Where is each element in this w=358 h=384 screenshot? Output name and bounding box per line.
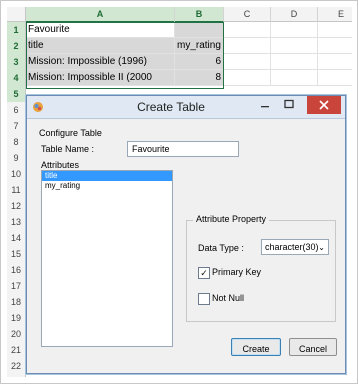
not-null-label: Not Null — [212, 293, 245, 303]
cell-c4[interactable] — [224, 70, 271, 86]
attributes-label: Attributes — [41, 160, 80, 170]
dialog-titlebar[interactable]: Create Table — [27, 96, 345, 119]
row-header-17[interactable]: 17 — [7, 278, 26, 295]
row-header-8[interactable]: 8 — [7, 134, 26, 151]
attributes-list[interactable]: title my_rating — [41, 170, 173, 347]
row-header-11[interactable]: 11 — [7, 182, 26, 199]
cell-b2[interactable]: my_rating — [175, 38, 224, 54]
cell-b1[interactable] — [175, 22, 224, 38]
row-header-18[interactable]: 18 — [7, 294, 26, 311]
column-header-a[interactable]: A — [26, 7, 175, 23]
cell-d4[interactable] — [271, 70, 318, 86]
data-type-select[interactable]: character(30) ⌄ — [261, 239, 329, 255]
column-header-b[interactable]: B — [175, 7, 224, 23]
minimize-icon[interactable] — [255, 96, 275, 116]
create-table-dialog: Create Table Configure Table Table Name … — [26, 95, 346, 374]
cell-b3[interactable]: 6 — [175, 54, 224, 70]
dialog-title: Create Table — [137, 100, 205, 114]
cell-b4[interactable]: 8 — [175, 70, 224, 86]
row-header-1[interactable]: 1 — [7, 22, 26, 39]
row-header-13[interactable]: 13 — [7, 214, 26, 231]
attribute-property-group: Attribute Property Data Type : character… — [186, 214, 336, 322]
cell-a2[interactable]: title — [26, 38, 175, 54]
cell-c2[interactable] — [224, 38, 271, 54]
not-null-checkbox[interactable] — [198, 293, 210, 305]
row-header-23[interactable]: 23 — [7, 374, 26, 377]
row-header-4[interactable]: 4 — [7, 70, 26, 87]
row-header-20[interactable]: 20 — [7, 326, 26, 343]
cell-d1[interactable] — [271, 22, 318, 38]
select-all-corner[interactable] — [7, 7, 26, 22]
minimize-glyph — [261, 106, 269, 108]
table-name-label: Table Name : — [41, 144, 95, 154]
attribute-item-my-rating[interactable]: my_rating — [42, 181, 172, 191]
primary-key-checkbox[interactable]: ✓ — [198, 267, 210, 279]
maximize-glyph — [284, 99, 294, 109]
screenshot-frame: A B C D E 1 2 3 4 5 6 7 8 9 10 11 12 13 … — [0, 0, 358, 384]
close-icon[interactable] — [307, 96, 341, 114]
cell-a1[interactable]: Favourite — [26, 22, 175, 38]
attribute-property-label: Attribute Property — [193, 214, 270, 224]
row-header-15[interactable]: 15 — [7, 246, 26, 263]
row-header-10[interactable]: 10 — [7, 166, 26, 183]
row-header-16[interactable]: 16 — [7, 262, 26, 279]
primary-key-label: Primary Key — [212, 267, 262, 277]
cell-e1[interactable] — [318, 22, 352, 38]
chevron-down-icon: ⌄ — [318, 243, 325, 252]
cell-d3[interactable] — [271, 54, 318, 70]
row-header-9[interactable]: 9 — [7, 150, 26, 167]
row-header-2[interactable]: 2 — [7, 38, 26, 55]
data-type-label: Data Type : — [198, 243, 244, 253]
maximize-icon[interactable] — [279, 96, 299, 116]
row-header-21[interactable]: 21 — [7, 342, 26, 359]
row-header-14[interactable]: 14 — [7, 230, 26, 247]
cell-d2[interactable] — [271, 38, 318, 54]
cell-e3[interactable] — [318, 54, 352, 70]
spreadsheet: A B C D E 1 2 3 4 5 6 7 8 9 10 11 12 13 … — [7, 7, 352, 377]
column-header-e[interactable]: E — [318, 7, 352, 22]
configure-table-label: Configure Table — [39, 128, 102, 138]
data-type-value: character(30) — [265, 242, 319, 252]
row-header-19[interactable]: 19 — [7, 310, 26, 327]
row-header-5[interactable]: 5 — [7, 86, 26, 103]
close-glyph — [319, 100, 329, 110]
attribute-item-title[interactable]: title — [42, 171, 172, 181]
column-header-d[interactable]: D — [271, 7, 318, 22]
cell-e2[interactable] — [318, 38, 352, 54]
cell-a4[interactable]: Mission: Impossible II (2000 — [26, 70, 175, 86]
cell-c3[interactable] — [224, 54, 271, 70]
row-header-6[interactable]: 6 — [7, 102, 26, 119]
column-header-c[interactable]: C — [224, 7, 271, 22]
create-button[interactable]: Create — [231, 338, 281, 356]
row-header-3[interactable]: 3 — [7, 54, 26, 71]
cell-c1[interactable] — [224, 22, 271, 38]
table-name-input[interactable]: Favourite — [127, 141, 239, 157]
cancel-button[interactable]: Cancel — [289, 338, 337, 356]
row-header-12[interactable]: 12 — [7, 198, 26, 215]
cell-a3[interactable]: Mission: Impossible (1996) — [26, 54, 175, 70]
row-header-7[interactable]: 7 — [7, 118, 26, 135]
cell-e4[interactable] — [318, 70, 352, 86]
row-header-22[interactable]: 22 — [7, 358, 26, 375]
